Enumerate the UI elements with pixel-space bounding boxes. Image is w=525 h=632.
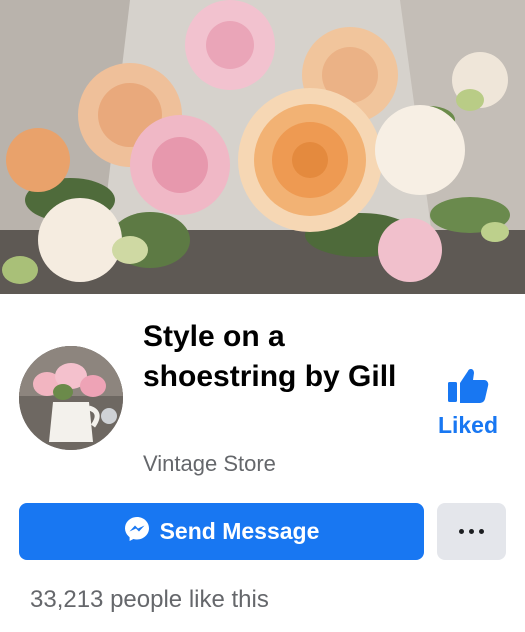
page-avatar[interactable] <box>19 346 123 450</box>
messenger-icon <box>124 516 150 547</box>
more-dots-icon <box>469 529 474 534</box>
cover-photo[interactable] <box>0 0 525 294</box>
liked-button[interactable]: Liked <box>430 366 506 439</box>
liked-label: Liked <box>437 412 499 438</box>
page-category: Vintage Store <box>143 451 276 476</box>
more-dots-icon <box>479 529 484 534</box>
send-message-button[interactable]: Send Message <box>19 503 424 560</box>
likes-count[interactable]: 33,213 people like this <box>30 585 269 615</box>
more-options-button[interactable] <box>437 503 506 560</box>
page-title[interactable]: Style on a shoestring by Gill <box>143 317 413 397</box>
thumbs-up-icon <box>430 366 506 404</box>
more-dots-icon <box>459 529 464 534</box>
send-message-label: Send Message <box>159 518 320 544</box>
